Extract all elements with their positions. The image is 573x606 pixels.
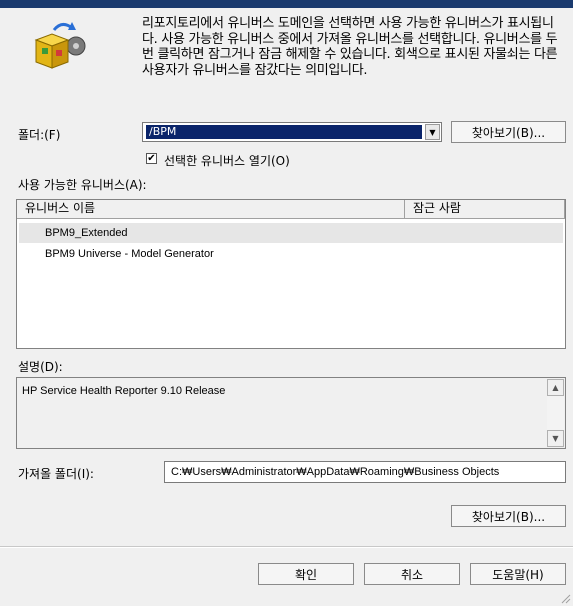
import-folder-label: 가져올 폴더(I): <box>18 467 94 481</box>
folder-combobox[interactable]: /BPM ▼ <box>142 122 442 142</box>
help-button[interactable]: 도움말(H) <box>470 563 566 585</box>
cancel-button[interactable]: 취소 <box>364 563 460 585</box>
title-bar-edge <box>0 0 573 8</box>
import-folder-browse-button[interactable]: 찾아보기(B)... <box>451 505 566 527</box>
list-item[interactable]: BPM9 Universe - Model Generator <box>19 244 563 264</box>
description-text: HP Service Health Reporter 9.10 Release <box>22 385 226 397</box>
open-selected-label: 선택한 유니버스 열기(O) <box>164 154 290 168</box>
description-scrollbar[interactable]: ▲ ▼ <box>547 379 564 447</box>
column-header-name[interactable]: 유니버스 이름 <box>17 200 405 218</box>
resize-grip-icon[interactable] <box>559 592 571 604</box>
import-folder-field[interactable]: C:₩Users₩Administrator₩AppData₩Roaming₩B… <box>164 461 566 483</box>
column-header-locked-by[interactable]: 잠근 사람 <box>405 200 565 218</box>
folder-browse-button[interactable]: 찾아보기(B)... <box>451 121 566 143</box>
open-selected-checkbox[interactable]: ✔ <box>146 153 157 164</box>
folder-combobox-value: /BPM <box>146 125 422 139</box>
chevron-down-icon[interactable]: ▼ <box>425 124 440 140</box>
instruction-text: 리포지토리에서 유니버스 도메인을 선택하면 사용 가능한 유니버스가 표시됩니… <box>142 16 558 78</box>
universe-list-header: 유니버스 이름 잠근 사람 <box>17 200 565 219</box>
universe-list[interactable]: 유니버스 이름 잠근 사람 BPM9_Extended BPM9 Univers… <box>16 199 566 349</box>
folder-label: 폴더:(F) <box>18 128 61 142</box>
description-label: 설명(D): <box>18 360 63 374</box>
scroll-down-icon[interactable]: ▼ <box>547 430 564 447</box>
ok-button[interactable]: 확인 <box>258 563 354 585</box>
scroll-up-icon[interactable]: ▲ <box>547 379 564 396</box>
universe-name: BPM9 Universe - Model Generator <box>45 248 214 260</box>
list-item[interactable]: BPM9_Extended <box>19 223 563 243</box>
import-wizard-icon <box>34 22 86 69</box>
button-separator <box>0 546 573 548</box>
universe-name: BPM9_Extended <box>45 227 128 239</box>
description-textarea[interactable]: HP Service Health Reporter 9.10 Release … <box>16 377 566 449</box>
available-universes-label: 사용 가능한 유니버스(A): <box>18 178 147 192</box>
